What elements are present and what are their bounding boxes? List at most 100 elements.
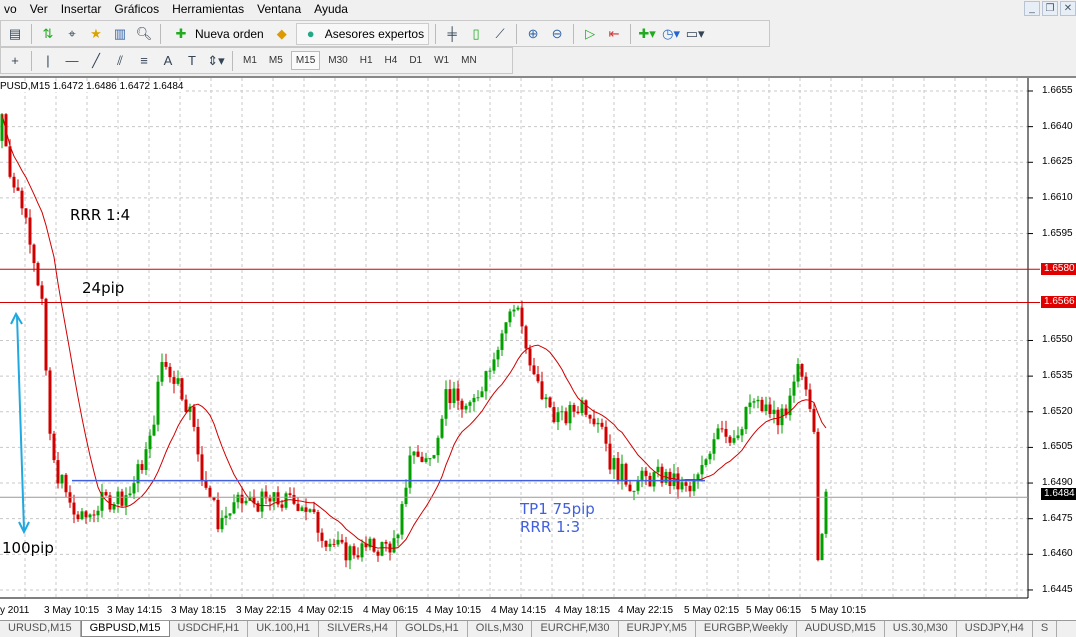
minimize-button[interactable]: _ (1024, 1, 1040, 16)
trendline-icon[interactable]: ╱ (86, 51, 106, 71)
chart-tab[interactable]: US.30,M30 (885, 621, 957, 637)
chart-tabs: URUSD,M15 GBPUSD,M15 USDCHF,H1 UK.100,H1 SIL… (0, 620, 1076, 637)
rrr-1-4-label: RRR 1:4 (70, 206, 131, 224)
candle-body (228, 513, 232, 516)
chart-tab[interactable]: USDJPY,H4 (957, 621, 1033, 637)
chart-tab[interactable]: EURGBP,Weekly (696, 621, 797, 637)
chart-tab[interactable]: SILVERs,H4 (319, 621, 397, 637)
candle-body (564, 411, 568, 424)
tf-m5[interactable]: M5 (265, 52, 287, 69)
time-label: 4 May 02:15 (298, 605, 354, 616)
candle-body (148, 435, 152, 450)
chart-tab[interactable]: S (1033, 621, 1058, 637)
tf-h4[interactable]: H4 (381, 52, 402, 69)
candle-body (720, 428, 724, 430)
cursor-icon[interactable]: + (5, 51, 25, 71)
chart-tab[interactable]: USDCHF,H1 (170, 621, 249, 637)
periods-icon[interactable]: ◷▾ (661, 24, 681, 44)
menu-help[interactable]: Ayuda (310, 2, 357, 16)
tf-m15[interactable]: M15 (290, 51, 321, 70)
terminal-icon[interactable]: ▥ (110, 24, 130, 44)
chart-tab[interactable]: OILs,M30 (468, 621, 533, 637)
candle-body (240, 494, 244, 504)
crosshair-icon[interactable]: ⌖ (62, 24, 82, 44)
profiles-icon[interactable]: ▤ (5, 24, 25, 44)
chart-tab[interactable]: URUSD,M15 (0, 621, 81, 637)
menu-insert[interactable]: Insertar (57, 2, 111, 16)
chart-tab[interactable]: UK.100,H1 (248, 621, 320, 637)
menu-tools[interactable]: Herramientas (168, 2, 253, 16)
candle-body (88, 514, 92, 518)
close-button[interactable]: ✕ (1060, 1, 1076, 16)
candlestick-icon[interactable]: ▯ (466, 24, 486, 44)
candle-body (624, 463, 628, 485)
price-label: 1.6520 (1042, 405, 1073, 417)
candle-body (200, 454, 204, 481)
restore-button[interactable]: ❐ (1042, 1, 1058, 16)
new-order-button[interactable]: ✚ Nueva orden (167, 23, 268, 45)
chart-tab[interactable]: EURCHF,M30 (532, 621, 619, 637)
menu-view[interactable]: Ver (26, 2, 57, 16)
candle-body (420, 456, 424, 462)
candle-body (56, 460, 60, 484)
horizontal-line-icon[interactable]: — (62, 51, 82, 71)
candle-body (96, 510, 100, 516)
candle-body (392, 538, 396, 553)
vertical-line-icon[interactable]: | (38, 51, 58, 71)
candle-body (356, 555, 360, 558)
time-label: 3 May 18:15 (171, 605, 227, 616)
tf-w1[interactable]: W1 (430, 52, 453, 69)
channel-icon[interactable]: ⫽ (110, 51, 130, 71)
chart-tab[interactable]: AUDUSD,M15 (797, 621, 885, 637)
navigator-icon[interactable]: ★ (86, 24, 106, 44)
candle-body (396, 534, 400, 539)
chart-shift-icon[interactable]: ⇤ (604, 24, 624, 44)
arrows-icon[interactable]: ⇕▾ (206, 51, 226, 71)
time-label: 3 May 14:15 (107, 605, 163, 616)
tf-d1[interactable]: D1 (405, 52, 426, 69)
warning-icon[interactable]: ◆ (272, 24, 292, 44)
candle-body (128, 493, 132, 496)
candle-body (180, 378, 184, 400)
indicators-icon[interactable]: ✚▾ (637, 24, 657, 44)
text-label-icon[interactable]: T (182, 51, 202, 71)
expert-advisors-button[interactable]: ● Asesores expertos (295, 22, 430, 45)
menu-charts[interactable]: Gráficos (110, 2, 168, 16)
candle-body (480, 391, 484, 398)
24pip-label: 24pip (82, 279, 125, 297)
tf-m30[interactable]: M30 (324, 52, 351, 69)
line-chart-icon[interactable]: ⟋ (490, 24, 510, 44)
candle-body (636, 479, 640, 491)
tf-m1[interactable]: M1 (239, 52, 261, 69)
candle-body (768, 404, 772, 414)
chart-tab[interactable]: EURJPY,M5 (619, 621, 696, 637)
candle-body (724, 428, 728, 437)
candle-body (124, 495, 128, 506)
candle-body (404, 487, 408, 505)
market-watch-icon[interactable]: ⇅ (38, 24, 58, 44)
fibonacci-icon[interactable]: ≡ (134, 51, 154, 71)
tester-icon[interactable]: 🔍︎ (134, 24, 154, 44)
price-chart[interactable]: PUSD,M15 1.6472 1.6486 1.6472 1.6484 RRR… (0, 76, 1076, 620)
auto-scroll-icon[interactable]: ▷ (580, 24, 600, 44)
level-badge-1: 1.6580 (1041, 263, 1076, 275)
chart-tab[interactable]: GOLDs,H1 (397, 621, 468, 637)
text-icon[interactable]: A (158, 51, 178, 71)
price-label: 1.6445 (1042, 583, 1073, 595)
zoom-in-icon[interactable]: ⊕ (523, 24, 543, 44)
templates-icon[interactable]: ▭▾ (685, 24, 705, 44)
candle-body (360, 543, 364, 558)
tf-mn[interactable]: MN (457, 52, 481, 69)
candle-body (608, 443, 612, 470)
tf-h1[interactable]: H1 (356, 52, 377, 69)
menu-file[interactable]: vo (0, 2, 26, 16)
candle-body (140, 464, 144, 470)
menu-window[interactable]: Ventana (253, 2, 310, 16)
chart-tab[interactable]: GBPUSD,M15 (80, 621, 170, 637)
candle-body (592, 418, 596, 425)
bar-chart-icon[interactable]: ╪ (442, 24, 462, 44)
candle-body (308, 509, 312, 512)
zoom-out-icon[interactable]: ⊖ (547, 24, 567, 44)
candle-body (280, 504, 284, 508)
price-label: 1.6640 (1042, 120, 1073, 132)
